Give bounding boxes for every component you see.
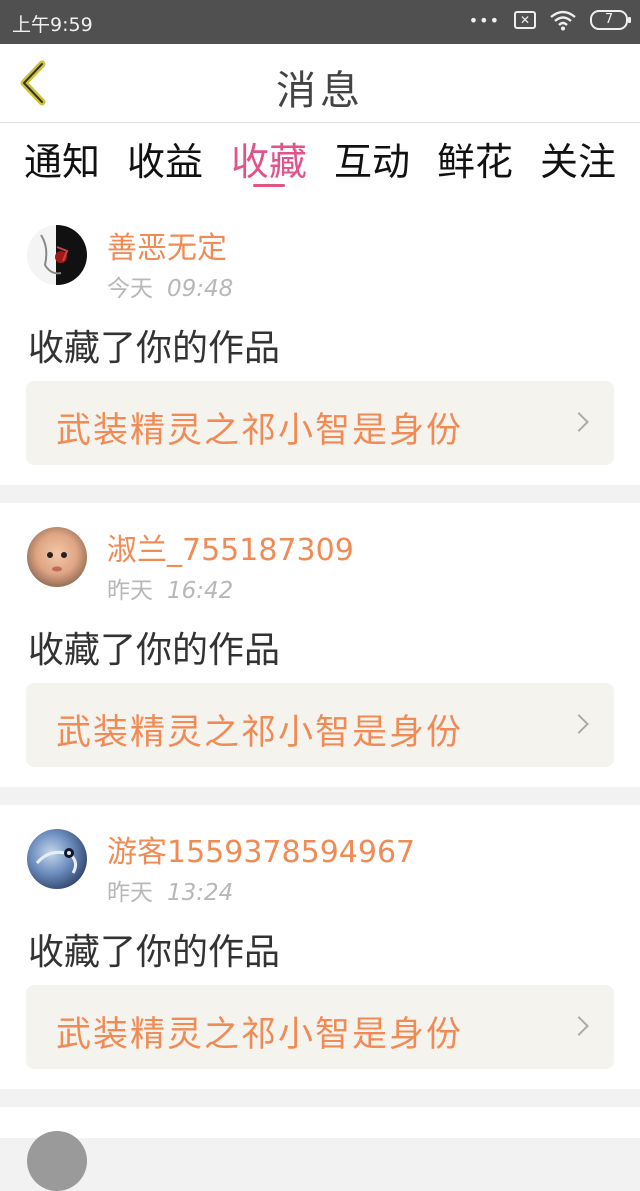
message-card: 游客1559378594967 昨天 13:24 收藏了你的作品 武装精灵之祁小智… <box>0 805 640 1089</box>
work-link[interactable]: 武装精灵之祁小智是身份 <box>26 381 614 465</box>
action-text: 收藏了你的作品 <box>28 932 281 973</box>
work-title: 武装精灵之祁小智是身份 <box>56 1015 464 1055</box>
chevron-right-icon <box>569 1016 589 1036</box>
more-dots-icon: ••• <box>468 10 500 30</box>
avatar-face-icon <box>47 552 67 572</box>
work-title: 武装精灵之祁小智是身份 <box>56 411 464 451</box>
timestamp-day: 昨天 <box>107 578 153 604</box>
avatar[interactable] <box>27 225 87 285</box>
message-card: 淑兰_755187309 昨天 16:42 收藏了你的作品 武装精灵之祁小智是身份 <box>0 503 640 787</box>
avatar-art-icon <box>40 234 69 275</box>
username[interactable]: 淑兰_755187309 <box>107 525 354 569</box>
timestamp-day: 昨天 <box>107 880 153 906</box>
no-sim-icon: ✕ <box>514 11 536 29</box>
timestamp: 昨天 13:24 <box>107 873 233 907</box>
tab-notice[interactable]: 通知 <box>12 131 112 186</box>
timestamp-day: 今天 <box>107 276 153 302</box>
action-text: 收藏了你的作品 <box>28 328 281 369</box>
wifi-icon <box>550 10 576 31</box>
timestamp-time: 09:48 <box>167 276 234 302</box>
message-card-partial <box>0 1107 640 1191</box>
chevron-right-icon <box>569 412 589 432</box>
message-card: 善恶无定 今天 09:48 收藏了你的作品 武装精灵之祁小智是身份 <box>0 201 640 485</box>
nav-bar: 消息 <box>0 44 640 123</box>
tab-bar: 通知 收益 收藏 互动 鲜花 关注 <box>0 123 640 203</box>
tab-follow[interactable]: 关注 <box>528 131 628 186</box>
work-title: 武装精灵之祁小智是身份 <box>56 713 464 753</box>
status-time: 上午9:59 <box>12 14 93 36</box>
chevron-right-icon <box>569 714 589 734</box>
avatar[interactable] <box>27 1131 87 1191</box>
timestamp-time: 16:42 <box>167 578 234 604</box>
timestamp: 今天 09:48 <box>107 269 233 303</box>
avatar[interactable] <box>27 829 87 889</box>
tab-favorites[interactable]: 收藏 <box>219 131 319 186</box>
username[interactable]: 游客1559378594967 <box>107 827 415 871</box>
status-icons: ••• ✕ 7 <box>468 9 631 31</box>
username[interactable]: 善恶无定 <box>107 223 227 267</box>
status-bar: 上午9:59 ••• ✕ 7 <box>0 0 640 44</box>
battery-icon: 7 <box>590 10 631 30</box>
page-title: 消息 <box>276 68 364 114</box>
action-text: 收藏了你的作品 <box>28 630 281 671</box>
timestamp: 昨天 16:42 <box>107 571 233 605</box>
tab-active-indicator <box>253 184 285 187</box>
tab-flowers[interactable]: 鲜花 <box>425 131 525 186</box>
tab-interaction[interactable]: 互动 <box>322 131 422 186</box>
work-link[interactable]: 武装精灵之祁小智是身份 <box>26 683 614 767</box>
avatar-art-icon <box>35 848 78 874</box>
work-link[interactable]: 武装精灵之祁小智是身份 <box>26 985 614 1069</box>
tab-income[interactable]: 收益 <box>115 131 215 186</box>
avatar[interactable] <box>27 527 87 587</box>
timestamp-time: 13:24 <box>167 880 234 906</box>
